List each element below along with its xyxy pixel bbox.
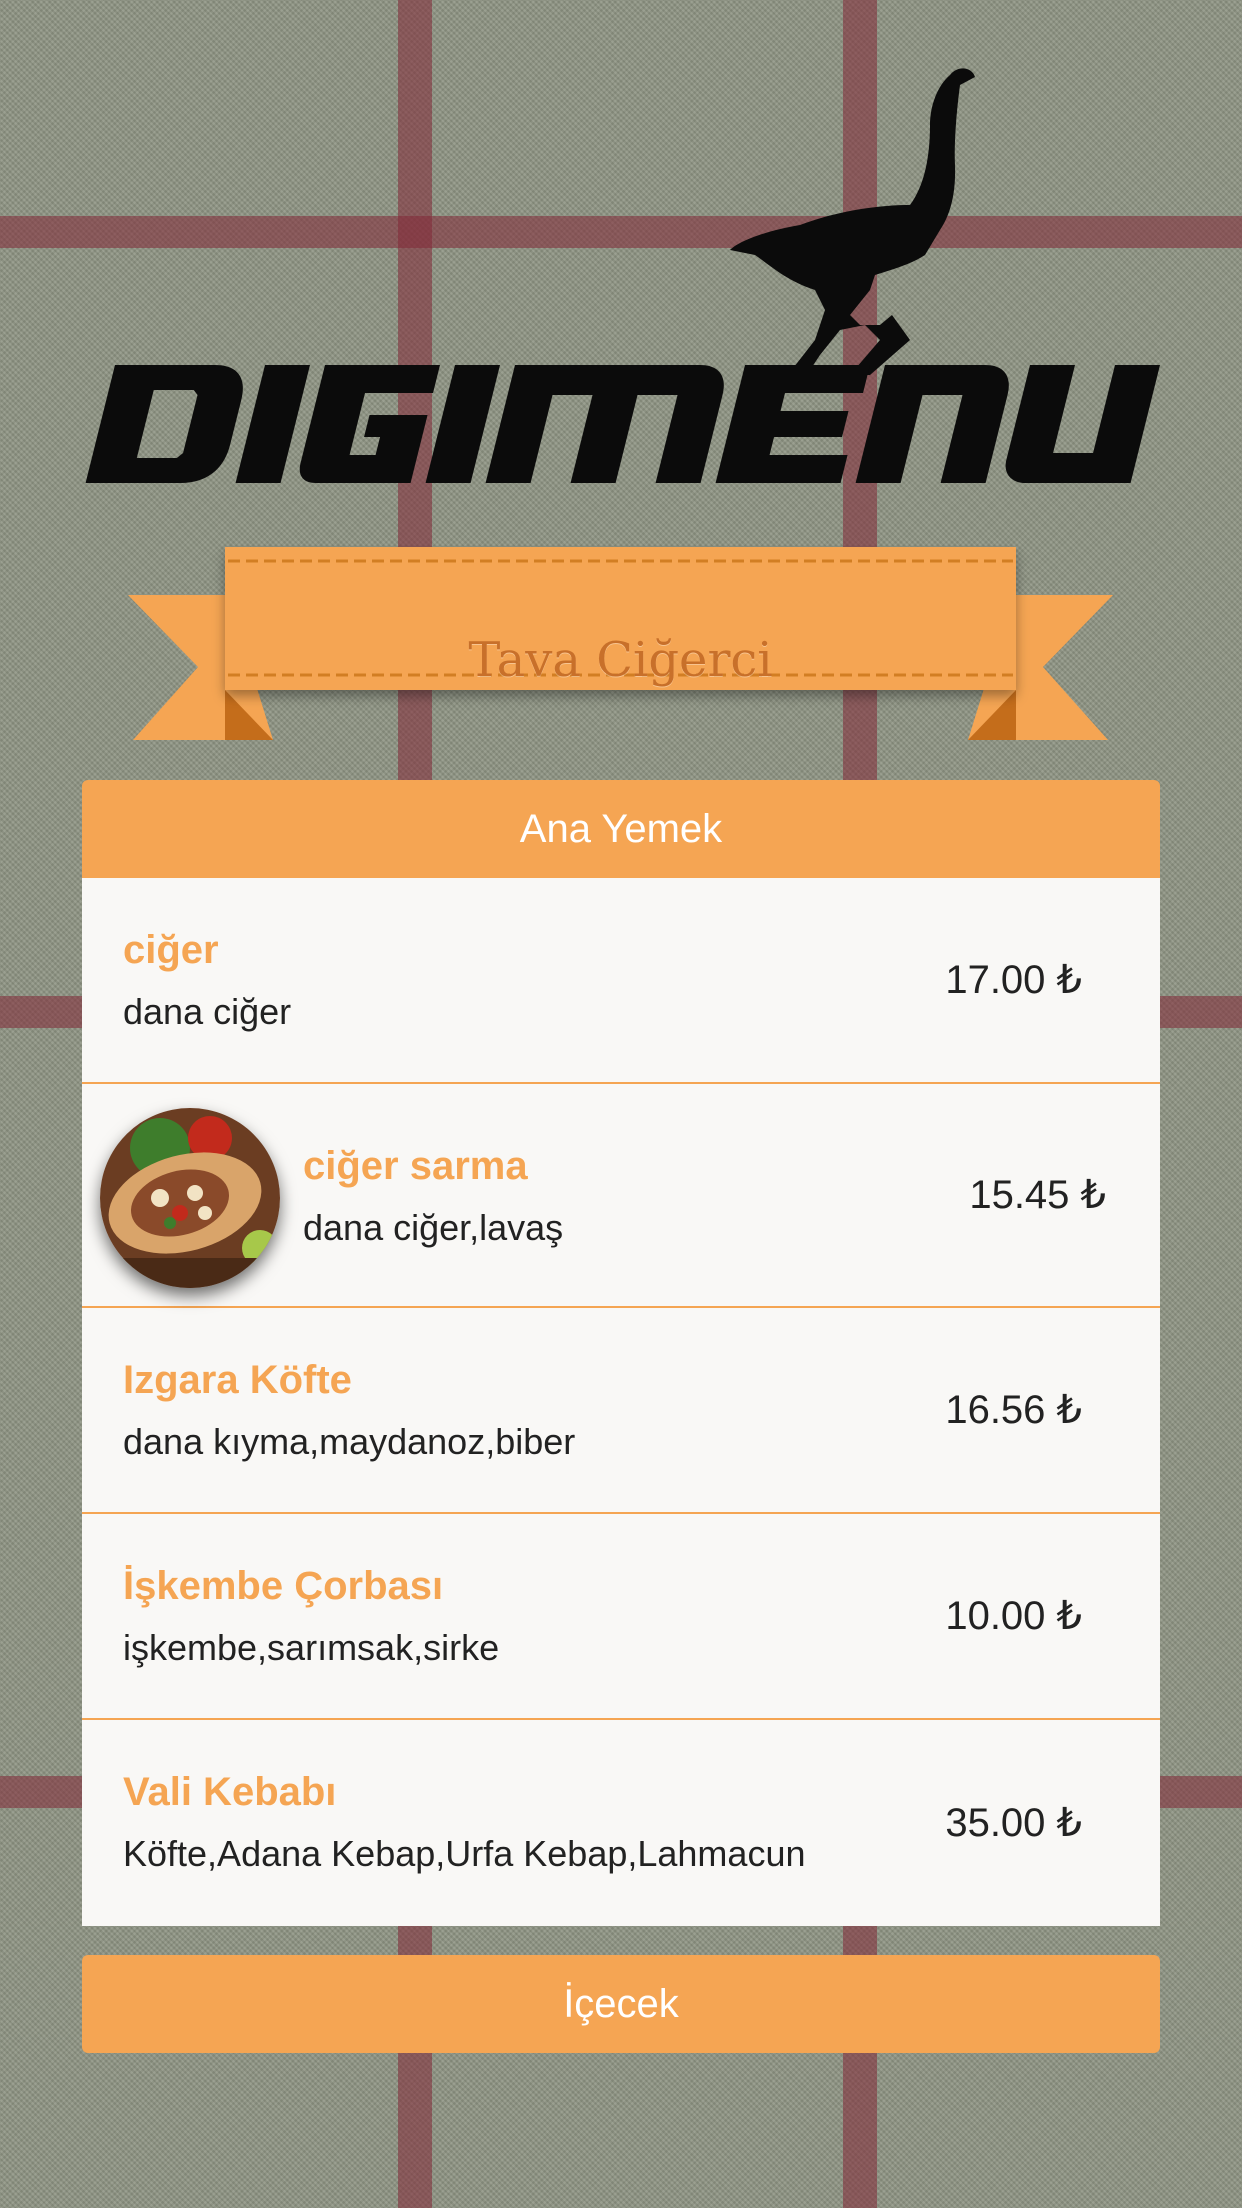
menu-item-price: 35.00 ₺ xyxy=(945,1801,1082,1845)
menu-item-name: Izgara Köfte xyxy=(123,1358,352,1402)
menu-item-name: İşkembe Çorbası xyxy=(123,1564,444,1608)
menu-item-price: 15.45 ₺ xyxy=(969,1173,1106,1217)
menu-item[interactable]: İşkembe Çorbası işkembe,sarımsak,sirke 1… xyxy=(82,1514,1160,1720)
menu-item-name: Vali Kebabı xyxy=(123,1770,337,1814)
menu-item[interactable]: Vali Kebabı Köfte,Adana Kebap,Urfa Kebap… xyxy=(82,1720,1160,1926)
menu-item-description: dana ciğer,lavaş xyxy=(303,1207,564,1248)
menu-item-description: dana kıyma,maydanoz,biber xyxy=(123,1421,576,1462)
section-header-icecek[interactable]: İçecek xyxy=(82,1955,1160,2053)
section-header-ana-yemek[interactable]: Ana Yemek xyxy=(82,780,1160,878)
menu-item-text: ciğer dana ciğer xyxy=(123,928,291,1033)
menu-item-description: dana ciğer xyxy=(123,991,292,1032)
menu-item-text: ciğer sarma dana ciğer,lavaş xyxy=(303,1144,563,1249)
menu-item[interactable]: Izgara Köfte dana kıyma,maydanoz,biber 1… xyxy=(82,1308,1160,1514)
menu-item[interactable]: ciğer dana ciğer 17.00 ₺ xyxy=(82,878,1160,1084)
menu-item-price: 17.00 ₺ xyxy=(945,958,1082,1002)
restaurant-banner: Tava Ciğerci xyxy=(128,545,1113,745)
menu-item-price: 16.56 ₺ xyxy=(945,1388,1082,1432)
menu-item-name: ciğer sarma xyxy=(303,1144,528,1188)
menu-item-text: Vali Kebabı Köfte,Adana Kebap,Urfa Kebap… xyxy=(123,1770,806,1875)
menu-item-description: Köfte,Adana Kebap,Urfa Kebap,Lahmacun xyxy=(123,1833,806,1874)
menu-item[interactable]: ciğer sarma dana ciğer,lavaş 15.45 ₺ xyxy=(82,1084,1160,1308)
ostrich-icon xyxy=(85,68,1160,483)
menu-item-text: Izgara Köfte dana kıyma,maydanoz,biber xyxy=(123,1358,575,1463)
menu-item-price: 10.00 ₺ xyxy=(945,1594,1082,1638)
digimenu-logo xyxy=(80,55,1170,495)
menu-item-list: ciğer dana ciğer 17.00 ₺ ciğer sarma dan… xyxy=(82,878,1160,1926)
menu-item-name: ciğer xyxy=(123,928,219,972)
restaurant-name: Tava Ciğerci xyxy=(468,632,773,688)
menu-item-text: İşkembe Çorbası işkembe,sarımsak,sirke xyxy=(123,1564,499,1669)
menu-item-description: işkembe,sarımsak,sirke xyxy=(123,1627,500,1668)
menu-section-ana-yemek: Ana Yemek ciğer dana ciğer 17.00 ₺ ciğer… xyxy=(82,780,1160,1926)
wrap-photo xyxy=(100,1108,280,1288)
